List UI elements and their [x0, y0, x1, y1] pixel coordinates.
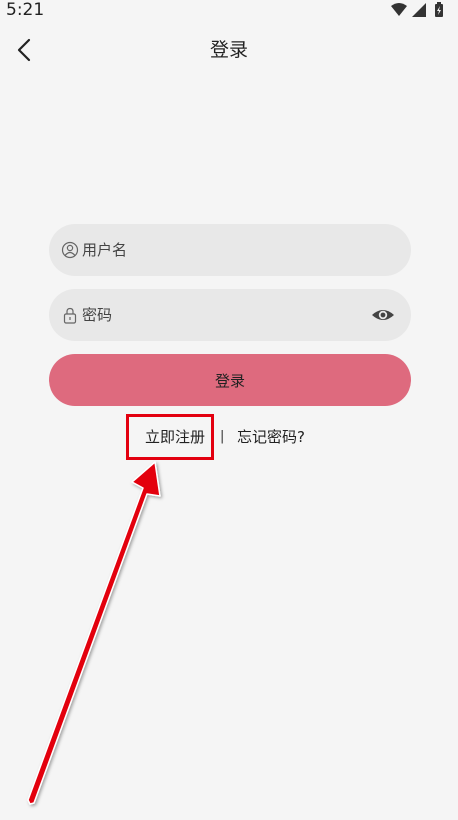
- eye-icon[interactable]: [371, 304, 395, 326]
- username-field[interactable]: [49, 224, 411, 276]
- password-field[interactable]: [49, 289, 411, 341]
- login-button[interactable]: 登录: [49, 354, 411, 406]
- link-divider: |: [220, 429, 225, 444]
- signal-icon: [412, 3, 426, 17]
- lock-icon: [63, 307, 77, 324]
- annotation-arrow: [27, 461, 161, 805]
- forgot-password-link[interactable]: 忘记密码?: [237, 427, 305, 447]
- page-title: 登录: [209, 39, 248, 61]
- auth-links: 立即注册 | 忘记密码?: [0, 420, 458, 456]
- battery-icon: [435, 2, 443, 17]
- status-bar: 5:21: [0, 0, 458, 22]
- status-icons: [391, 2, 443, 17]
- header: 登录: [0, 28, 458, 72]
- username-input[interactable]: [82, 224, 382, 276]
- status-time: 5:21: [6, 0, 45, 20]
- annotation-highlight-box: [126, 414, 214, 460]
- user-icon: [61, 241, 79, 259]
- password-input[interactable]: [82, 289, 382, 341]
- wifi-icon: [391, 3, 407, 16]
